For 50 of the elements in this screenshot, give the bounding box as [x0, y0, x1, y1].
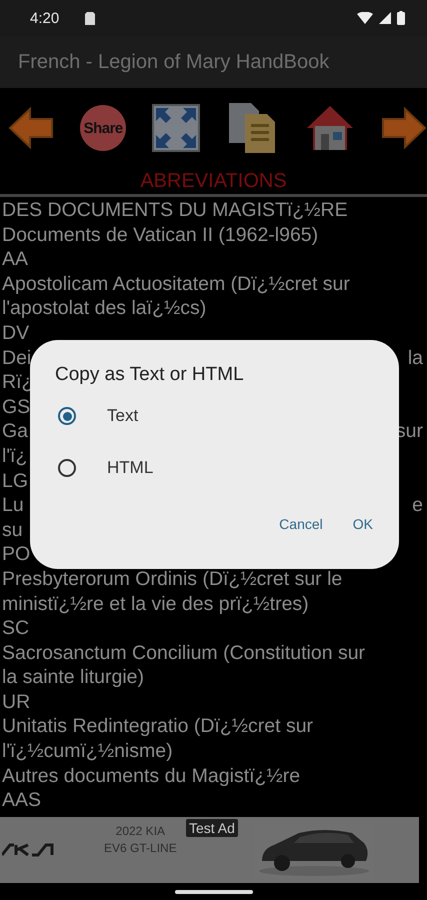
home-icon[interactable]	[304, 104, 355, 152]
list-text: LG	[2, 468, 28, 494]
list-text: l'ï¿½cumï¿½nisme)	[2, 739, 173, 764]
sim-icon	[85, 12, 96, 24]
dialog-button[interactable]: OK	[340, 508, 385, 540]
list-text: Apostolicam Actuositatem (Dï¿½cret sur	[2, 272, 350, 296]
list-text: l'apostolat des laï¿½cs)	[2, 296, 206, 321]
battery-icon	[397, 11, 405, 25]
list-text: e	[412, 493, 423, 518]
list-text: DES DOCUMENTS DU MAGISTï¿½RE	[2, 198, 348, 223]
radio-button[interactable]	[58, 459, 76, 477]
list-text: Sacrosanctum Concilium (Constitution sur	[2, 640, 366, 666]
list-text: Dei	[2, 346, 32, 370]
list-text: PO	[2, 542, 30, 567]
list-text: la	[408, 346, 423, 370]
list-text: Rï¿	[2, 370, 34, 395]
forward-arrow-icon[interactable]	[380, 105, 427, 151]
list-text: Unitatis Redintegratio (Dï¿½cret sur	[2, 714, 314, 740]
list-text: Documents de Vatican II (1962-l965)	[2, 222, 318, 248]
dialog-title: Copy as Text or HTML	[55, 364, 245, 387]
wifi-icon	[357, 12, 373, 24]
option-label[interactable]: HTML	[107, 458, 154, 478]
ad-text: 2022 KIA	[116, 823, 166, 840]
list-text: GS	[2, 394, 30, 420]
app-title: French - Legion of Mary HandBook	[18, 50, 330, 74]
radio-button[interactable]	[58, 407, 76, 425]
signal-icon	[379, 12, 391, 24]
list-text: AAS	[2, 788, 42, 813]
list-text: AA	[2, 247, 28, 272]
list-text: ministï¿½re et la vie des prï¿½tres)	[2, 592, 309, 616]
list-text: DV	[2, 320, 30, 346]
fullscreen-icon[interactable]	[152, 104, 200, 152]
status-time: 4:20	[30, 10, 60, 26]
ad-banner[interactable]: 2022 KIA EV6 GT-LINE Test Ad	[0, 817, 419, 883]
list-text: UR	[2, 690, 30, 714]
option-label[interactable]: Text	[107, 406, 138, 426]
list-text: Autres documents du Magistï¿½re	[2, 764, 300, 788]
list-text: SC	[2, 616, 30, 641]
list-text: l'ï¿	[2, 444, 28, 469]
back-arrow-icon[interactable]	[8, 105, 54, 151]
dialog-button[interactable]: Cancel	[267, 508, 335, 540]
ad-badge: Test Ad	[186, 819, 238, 837]
list-text: Lu	[2, 493, 24, 518]
ad-text: EV6 GT-LINE	[104, 840, 177, 857]
list-text: Presbyterorum Ordinis (Dï¿½cret sur le	[2, 566, 342, 592]
list-text: Ga	[2, 419, 28, 444]
home-handle[interactable]	[174, 890, 252, 894]
list-text: la sainte liturgie)	[2, 665, 144, 690]
section-title: ABREVIATIONS	[139, 169, 288, 194]
list-text: su	[2, 518, 23, 542]
